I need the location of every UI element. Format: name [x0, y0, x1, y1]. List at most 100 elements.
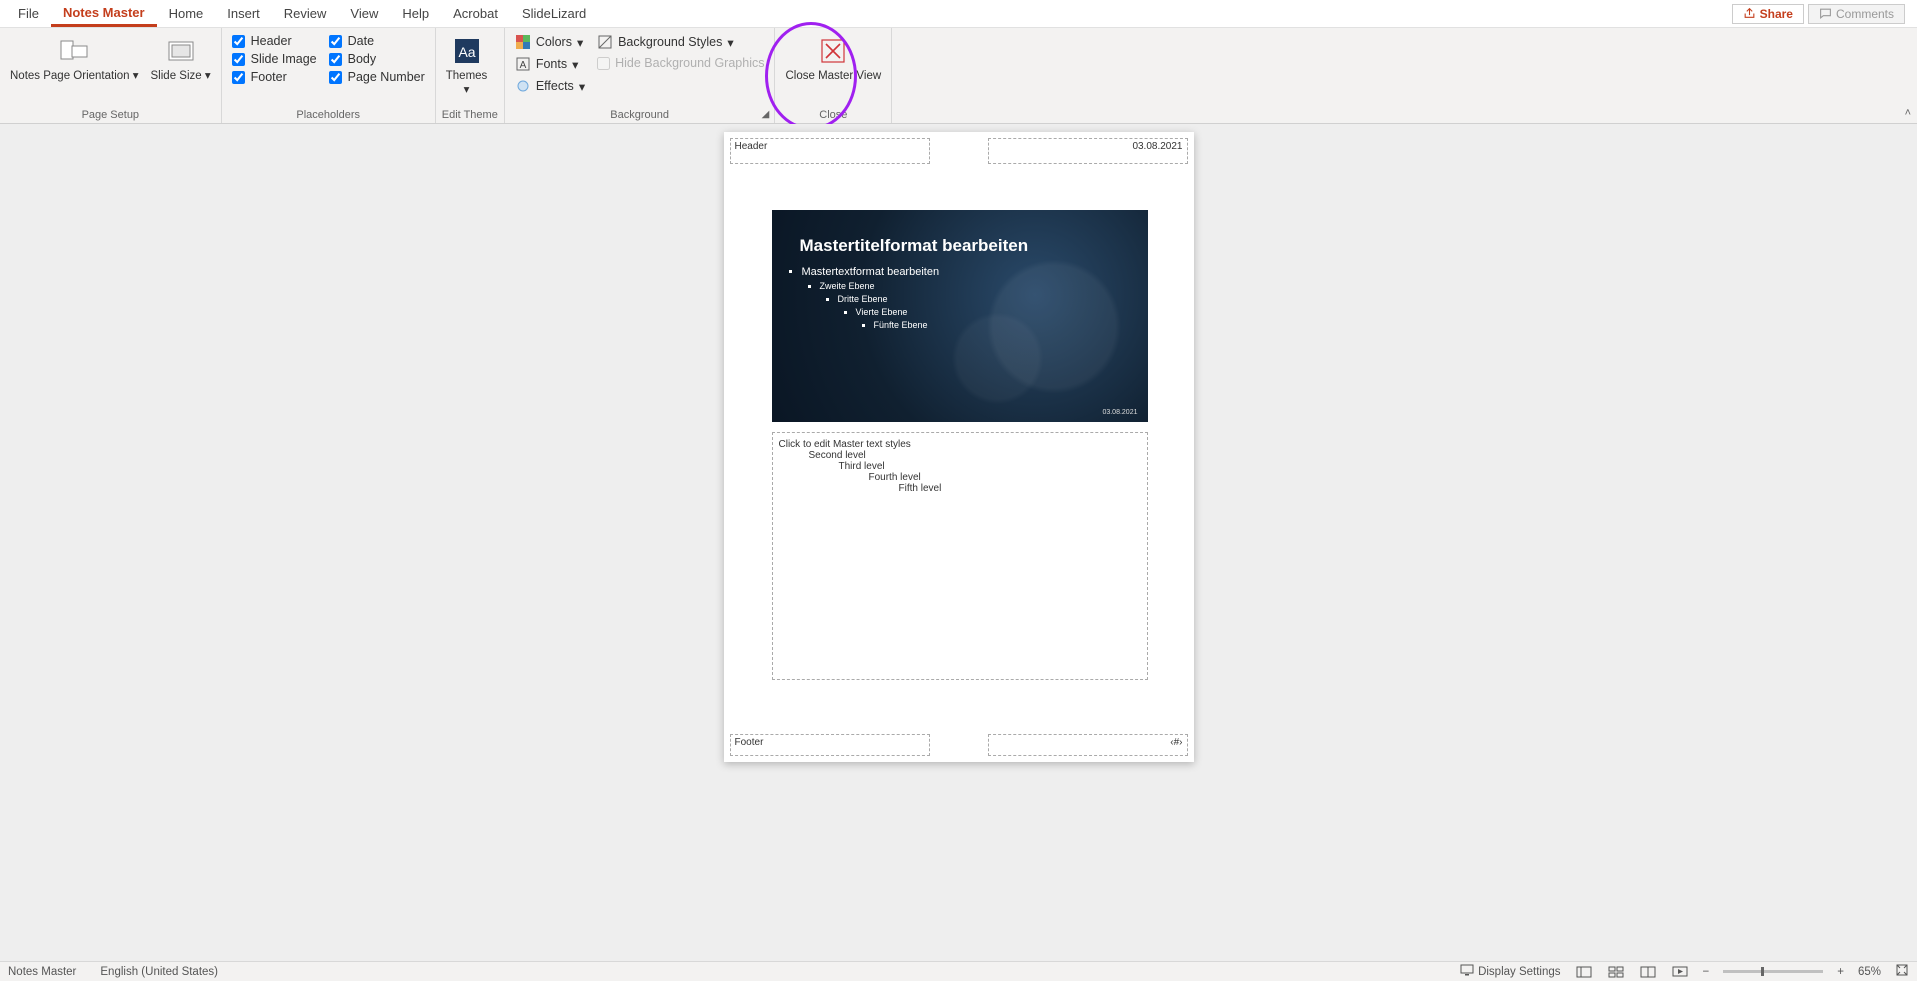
zoom-slider[interactable] [1723, 970, 1823, 973]
orientation-label: Notes Page Orientation ▾ [10, 70, 139, 84]
display-settings-button[interactable]: Display Settings [1460, 964, 1560, 979]
ribbon-tab-strip: File Notes Master Home Insert Review Vie… [0, 0, 1917, 28]
slide-size-label: Slide Size ▾ [151, 70, 211, 84]
chk-page-number-box[interactable] [329, 71, 342, 84]
slide-date: 03.08.2021 [1102, 409, 1137, 416]
chk-body-box[interactable] [329, 53, 342, 66]
comments-label: Comments [1836, 7, 1894, 21]
colors-button[interactable]: Colors ▾ [511, 32, 589, 52]
fit-to-window-button[interactable] [1895, 963, 1909, 980]
chk-slide-image-box[interactable] [232, 53, 245, 66]
themes-icon: Aa [450, 34, 484, 68]
notes-page-orientation-button[interactable]: Notes Page Orientation ▾ [6, 32, 143, 86]
slide-title: Mastertitelformat bearbeiten [772, 210, 1148, 266]
fonts-icon: A [515, 56, 531, 72]
group-close-label: Close [781, 107, 885, 123]
notes-l4: Fourth level [779, 472, 1141, 483]
reading-view-button[interactable] [1639, 965, 1657, 979]
slideshow-view-button[interactable] [1671, 965, 1689, 979]
group-background: Colors ▾ A Fonts ▾ Effects ▾ Background … [505, 28, 776, 123]
zoom-in-button[interactable]: + [1837, 966, 1844, 978]
placeholder-slide-image[interactable]: Mastertitelformat bearbeiten Mastertextf… [772, 210, 1148, 422]
fonts-button[interactable]: A Fonts ▾ [511, 54, 589, 74]
status-view-mode: Notes Master [8, 966, 76, 978]
group-background-label: Background [511, 107, 769, 123]
chk-header[interactable]: Header [232, 34, 317, 48]
tab-file[interactable]: File [6, 2, 51, 25]
slide-sorter-view-button[interactable] [1607, 965, 1625, 979]
group-edit-theme: Aa Themes▾ Edit Theme [436, 28, 505, 123]
slide-size-icon [164, 34, 198, 68]
group-placeholders: Header Slide Image Footer Date Body Page… [222, 28, 436, 123]
share-icon [1743, 7, 1756, 20]
slide-text-l3: Dritte Ebene [838, 294, 1148, 304]
status-bar: Notes Master English (United States) Dis… [0, 961, 1917, 981]
effects-icon [515, 78, 531, 94]
slide-size-button[interactable]: Slide Size ▾ [147, 32, 215, 86]
chk-footer-box[interactable] [232, 71, 245, 84]
themes-label: Themes▾ [446, 70, 488, 98]
notes-l2: Second level [779, 450, 1141, 461]
tab-insert[interactable]: Insert [215, 2, 272, 25]
placeholder-date[interactable]: 03.08.2021 [988, 138, 1188, 164]
display-settings-icon [1460, 964, 1474, 979]
chevron-down-icon: ▾ [727, 35, 733, 50]
zoom-slider-thumb[interactable] [1761, 967, 1764, 976]
chk-body[interactable]: Body [329, 52, 425, 66]
svg-text:Aa: Aa [458, 44, 475, 60]
chk-footer[interactable]: Footer [232, 70, 317, 84]
placeholder-footer[interactable]: Footer [730, 734, 930, 756]
tab-acrobat[interactable]: Acrobat [441, 2, 510, 25]
hide-bg-checkbox [597, 57, 610, 70]
status-language[interactable]: English (United States) [100, 966, 218, 978]
svg-text:A: A [519, 60, 526, 71]
group-edit-theme-label: Edit Theme [442, 107, 498, 123]
comments-button[interactable]: Comments [1808, 4, 1905, 24]
background-dialog-launcher[interactable]: ◢ [758, 107, 772, 121]
notes-l5: Fifth level [779, 483, 1141, 494]
collapse-ribbon-button[interactable]: ˄ [1905, 107, 1911, 119]
chk-date-box[interactable] [329, 35, 342, 48]
slide-text-l4: Vierte Ebene [856, 307, 1148, 317]
tab-notes-master[interactable]: Notes Master [51, 1, 157, 27]
ribbon: Notes Page Orientation ▾ Slide Size ▾ Pa… [0, 28, 1917, 124]
hide-bg-graphics: Hide Background Graphics [593, 54, 768, 72]
chk-header-box[interactable] [232, 35, 245, 48]
workspace[interactable]: Header 03.08.2021 Mastertitelformat bear… [0, 124, 1917, 961]
group-page-setup-label: Page Setup [6, 107, 215, 123]
tab-home[interactable]: Home [157, 2, 216, 25]
share-button[interactable]: Share [1732, 4, 1804, 24]
close-master-label: Close Master View [785, 70, 881, 84]
share-label: Share [1760, 7, 1793, 21]
normal-view-button[interactable] [1575, 965, 1593, 979]
notes-master-page[interactable]: Header 03.08.2021 Mastertitelformat bear… [724, 132, 1194, 762]
notes-l1: Click to edit Master text styles [779, 439, 1141, 450]
placeholder-body[interactable]: Click to edit Master text styles Second … [772, 432, 1148, 680]
group-placeholders-label: Placeholders [228, 107, 429, 123]
placeholder-header[interactable]: Header [730, 138, 930, 164]
placeholder-page-number[interactable]: ‹#› [988, 734, 1188, 756]
background-styles-button[interactable]: Background Styles ▾ [593, 32, 768, 52]
notes-l3: Third level [779, 461, 1141, 472]
tab-help[interactable]: Help [390, 2, 441, 25]
group-close: Close Master View Close [775, 28, 892, 123]
slide-text-l1: Mastertextformat bearbeiten [802, 266, 1148, 278]
tab-slidelizard[interactable]: SlideLizard [510, 2, 598, 25]
chk-date[interactable]: Date [329, 34, 425, 48]
themes-button[interactable]: Aa Themes▾ [442, 32, 492, 100]
slide-text-l2: Zweite Ebene [820, 281, 1148, 291]
chk-slide-image[interactable]: Slide Image [232, 52, 317, 66]
chk-page-number[interactable]: Page Number [329, 70, 425, 84]
comments-icon [1819, 7, 1832, 20]
colors-icon [515, 34, 531, 50]
zoom-level[interactable]: 65% [1858, 966, 1881, 978]
slide-text-l5: Fünfte Ebene [874, 320, 1148, 330]
orientation-icon [57, 34, 91, 68]
chevron-down-icon: ▾ [572, 57, 578, 72]
tab-review[interactable]: Review [272, 2, 339, 25]
tab-view[interactable]: View [338, 2, 390, 25]
chevron-down-icon: ▾ [579, 79, 585, 94]
zoom-out-button[interactable]: − [1703, 966, 1710, 978]
close-master-view-button[interactable]: Close Master View [781, 32, 885, 86]
effects-button[interactable]: Effects ▾ [511, 76, 589, 96]
